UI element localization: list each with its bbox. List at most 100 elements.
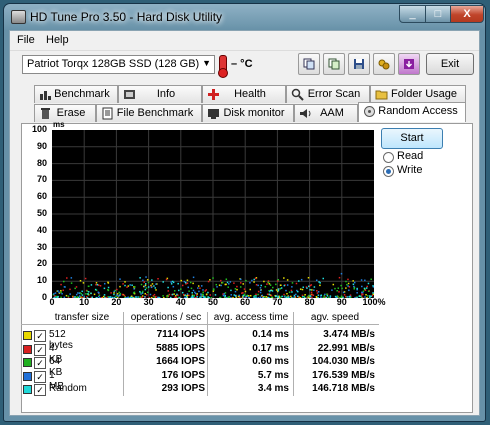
tab-folder-usage[interactable]: Folder Usage xyxy=(370,85,466,103)
series-checkbox[interactable]: ✓ xyxy=(34,370,46,383)
scatter-point xyxy=(118,291,120,294)
series-checkbox[interactable]: ✓ xyxy=(34,330,46,342)
scatter-point xyxy=(95,296,98,298)
tab-info[interactable]: Info xyxy=(118,85,202,103)
scatter-point xyxy=(186,293,189,295)
scatter-point xyxy=(352,280,354,282)
series-color-swatch xyxy=(23,344,32,354)
scatter-point xyxy=(63,296,66,298)
scatter-point xyxy=(168,293,171,296)
scatter-point xyxy=(218,284,221,286)
scatter-point xyxy=(139,296,141,298)
scatter-point xyxy=(340,272,343,275)
scatter-point xyxy=(126,286,128,288)
scatter-point xyxy=(224,295,226,298)
title-bar[interactable]: HD Tune Pro 3.50 - Hard Disk Utility _ □… xyxy=(4,4,485,30)
scatter-point xyxy=(107,288,109,291)
scatter-point xyxy=(189,281,192,284)
scatter-point xyxy=(326,293,328,295)
scatter-point xyxy=(307,276,310,279)
tab-aam[interactable]: AAM xyxy=(294,104,358,122)
scatter-point xyxy=(316,290,318,292)
scatter-point xyxy=(286,279,289,281)
scatter-point xyxy=(99,296,101,298)
y-tick-label: 80 xyxy=(36,157,47,168)
maximize-button[interactable]: □ xyxy=(425,5,451,23)
tab-aam-label: AAM xyxy=(320,107,344,119)
scatter-point xyxy=(267,280,270,282)
scatter-point xyxy=(253,296,255,298)
scatter-point xyxy=(187,286,189,289)
scatter-point xyxy=(155,295,157,298)
series-checkbox[interactable]: ✓ xyxy=(34,384,46,396)
download-button[interactable] xyxy=(398,53,420,75)
scatter-point xyxy=(243,288,246,290)
y-tick-label: 60 xyxy=(36,191,47,202)
scatter-point xyxy=(347,278,349,281)
scatter-point xyxy=(356,292,358,294)
scatter-point xyxy=(191,295,194,297)
save-button[interactable] xyxy=(348,53,370,75)
scatter-point xyxy=(279,287,282,290)
tab-random-access-label: Random Access xyxy=(378,105,458,117)
scatter-point xyxy=(74,287,76,290)
scatter-point xyxy=(139,290,141,293)
scatter-point xyxy=(62,289,64,292)
options-button[interactable] xyxy=(373,53,395,75)
series-checkbox[interactable]: ✓ xyxy=(34,343,46,356)
scatter-point xyxy=(277,289,280,292)
tab-benchmark[interactable]: Benchmark xyxy=(34,85,118,103)
scatter-point xyxy=(122,283,124,285)
scatter-point xyxy=(225,278,228,280)
scatter-point xyxy=(61,292,63,295)
start-button[interactable]: Start xyxy=(381,128,443,149)
tab-random-access[interactable]: Random Access xyxy=(358,102,466,122)
write-radio[interactable] xyxy=(383,166,394,177)
scatter-point xyxy=(144,292,147,295)
close-button[interactable]: X xyxy=(450,5,484,23)
read-radio[interactable] xyxy=(383,152,394,163)
tab-disk-monitor[interactable]: Disk monitor xyxy=(202,104,294,122)
tab-erase[interactable]: Erase xyxy=(34,104,96,122)
copy-info-button[interactable] xyxy=(298,53,320,75)
scatter-point xyxy=(253,278,255,281)
copy-screen-button[interactable] xyxy=(323,53,345,75)
series-checkbox[interactable]: ✓ xyxy=(34,357,46,369)
scatter-point xyxy=(144,288,147,291)
drive-select-value: Patriot Torqx 128GB SSD (128 GB) xyxy=(27,58,200,70)
scatter-point xyxy=(236,288,238,291)
tab-health[interactable]: Health xyxy=(202,85,286,103)
header-speed: agv. speed xyxy=(310,312,360,323)
scatter-point xyxy=(232,296,234,298)
scatter-point xyxy=(223,293,226,295)
scatter-point xyxy=(154,287,157,289)
scatter-point xyxy=(202,291,204,294)
scatter-point xyxy=(157,277,159,280)
tab-erase-label: Erase xyxy=(56,107,86,119)
menu-file[interactable]: File xyxy=(17,34,35,46)
scatter-point xyxy=(304,293,306,296)
tab-file-benchmark[interactable]: File Benchmark xyxy=(96,104,202,122)
scatter-point xyxy=(324,293,326,296)
scatter-point xyxy=(268,293,271,296)
scatter-point xyxy=(113,293,115,296)
scatter-point xyxy=(188,294,190,297)
scatter-point xyxy=(299,296,302,298)
scatter-point xyxy=(359,295,362,298)
scatter-point xyxy=(221,281,224,284)
scatter-point xyxy=(181,291,184,294)
scatter-point xyxy=(176,293,178,296)
copy-info-icon xyxy=(303,58,315,70)
scatter-point xyxy=(338,291,340,293)
scatter-point xyxy=(54,292,57,294)
drive-select[interactable]: Patriot Torqx 128GB SSD (128 GB) ▼ xyxy=(22,55,215,74)
menu-help[interactable]: Help xyxy=(46,34,69,46)
window-title: HD Tune Pro 3.50 - Hard Disk Utility xyxy=(30,10,223,24)
scatter-point xyxy=(215,283,218,286)
scatter-point xyxy=(236,285,238,288)
exit-button[interactable]: Exit xyxy=(426,53,474,75)
tab-error-scan[interactable]: Error Scan xyxy=(286,85,370,103)
scatter-point xyxy=(193,295,195,297)
scatter-point xyxy=(140,293,142,295)
minimize-button[interactable]: _ xyxy=(399,5,426,23)
